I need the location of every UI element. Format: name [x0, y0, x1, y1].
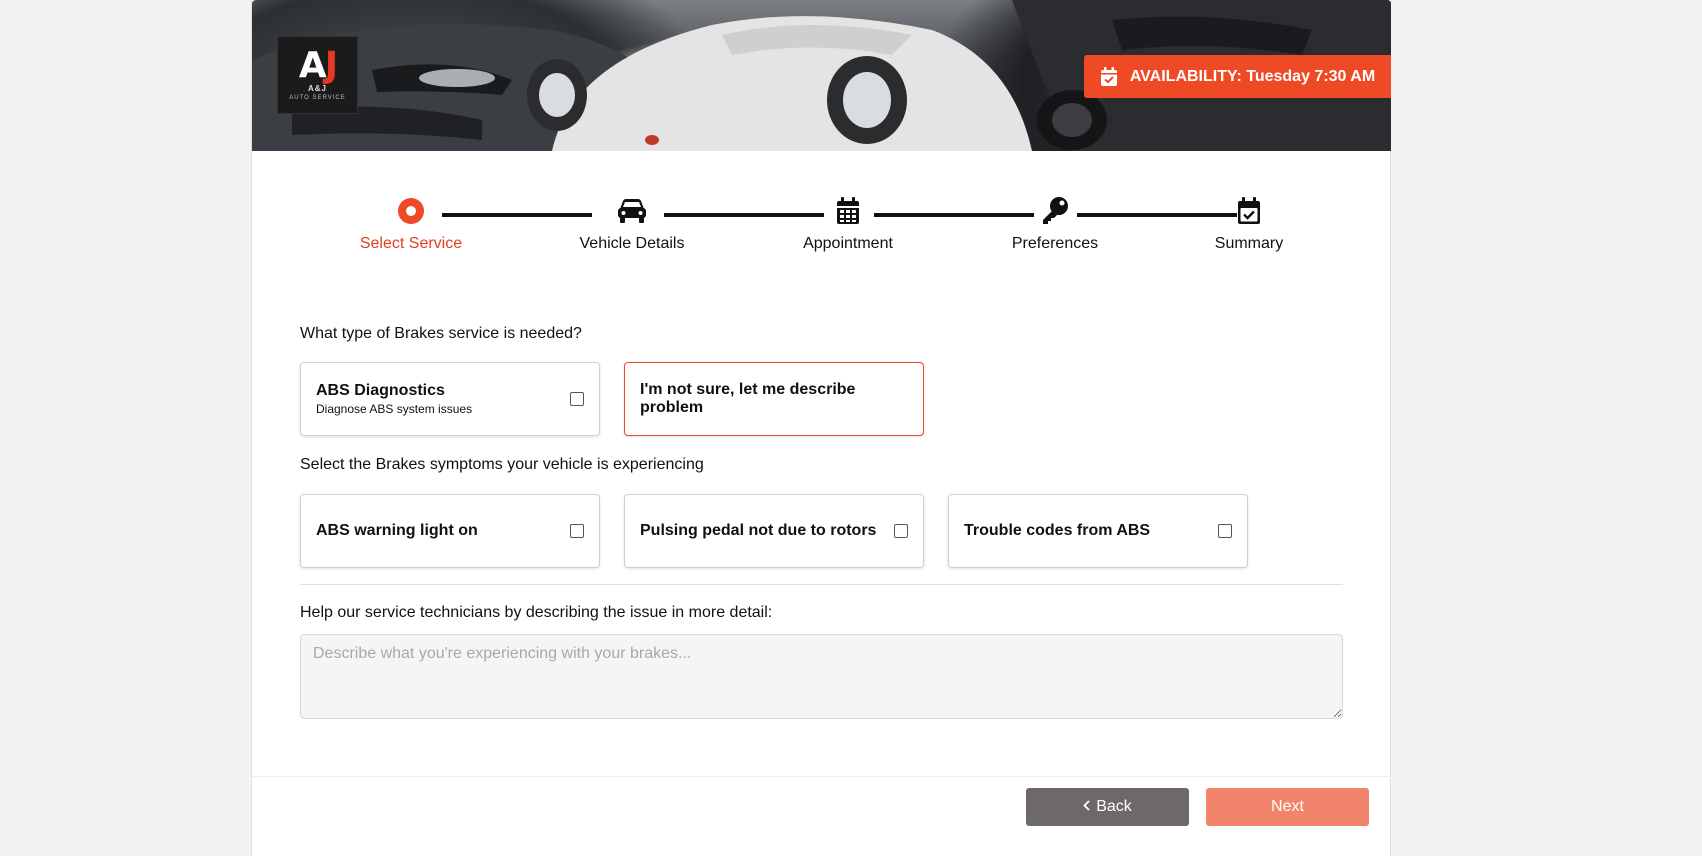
footer-divider: [252, 776, 1391, 777]
step-label: Appointment: [803, 235, 893, 252]
logo-name: A&J: [307, 84, 327, 93]
step-label: Select Service: [359, 235, 463, 252]
step-label: Summary: [1214, 235, 1284, 252]
details-label: Help our service technicians by describi…: [300, 604, 773, 621]
car-icon: [617, 198, 647, 229]
step-appointment[interactable]: Appointment: [768, 196, 928, 253]
progress-stepper: Select Service Vehicle Details Appointme…: [252, 196, 1391, 266]
step-summary[interactable]: Summary: [1169, 196, 1329, 253]
section-divider: [300, 584, 1343, 585]
option-title: Pulsing pedal not due to rotors: [640, 522, 877, 539]
next-button[interactable]: Next: [1206, 788, 1369, 826]
symptom-abs-warning-light[interactable]: ABS warning light on: [300, 494, 600, 568]
step-vehicle-details[interactable]: Vehicle Details: [552, 196, 712, 253]
checkbox[interactable]: [894, 524, 908, 538]
key-icon: [1041, 196, 1069, 230]
calendar-icon: [836, 196, 860, 230]
symptom-trouble-codes[interactable]: Trouble codes from ABS: [948, 494, 1248, 568]
back-label: Back: [1096, 798, 1132, 815]
next-label: Next: [1271, 798, 1304, 815]
availability-text: AVAILABILITY: Tuesday 7:30 AM: [1129, 67, 1376, 85]
logo-mark: AJ: [298, 45, 338, 86]
availability-badge: AVAILABILITY: Tuesday 7:30 AM: [1084, 55, 1391, 98]
issue-description-textarea[interactable]: [300, 634, 1343, 719]
checkbox[interactable]: [570, 392, 584, 406]
calendar-check-icon: [1100, 66, 1118, 87]
service-question: What type of Brakes service is needed?: [300, 325, 582, 342]
step-preferences[interactable]: Preferences: [975, 196, 1135, 253]
logo-letter-a: A: [298, 45, 327, 86]
calendar-check-icon: [1237, 196, 1261, 230]
radio-dot-icon: [398, 197, 424, 229]
checkbox[interactable]: [1218, 524, 1232, 538]
symptoms-question: Select the Brakes symptoms your vehicle …: [300, 456, 704, 473]
option-abs-diagnostics[interactable]: ABS Diagnostics Diagnose ABS system issu…: [300, 362, 600, 436]
option-title: I'm not sure, let me describe problem: [640, 381, 856, 416]
logo-letter-j: J: [324, 45, 338, 86]
checkbox[interactable]: [570, 524, 584, 538]
brand-logo[interactable]: AJ A&J AUTO SERVICE: [277, 36, 358, 114]
symptom-pulsing-pedal[interactable]: Pulsing pedal not due to rotors: [624, 494, 924, 568]
option-subtitle: Diagnose ABS system issues: [316, 402, 473, 416]
booking-card: AJ A&J AUTO SERVICE AVAILABILITY: Tuesda…: [251, 0, 1391, 856]
step-select-service[interactable]: Select Service: [331, 196, 491, 253]
chevron-left-icon: [1083, 798, 1090, 816]
hero-banner: AJ A&J AUTO SERVICE AVAILABILITY: Tuesda…: [252, 0, 1391, 151]
option-not-sure-describe[interactable]: I'm not sure, let me describe problem: [624, 362, 924, 436]
back-button[interactable]: Back: [1026, 788, 1189, 826]
step-label: Preferences: [1011, 235, 1099, 252]
option-title: Trouble codes from ABS: [964, 522, 1151, 539]
logo-tagline: AUTO SERVICE: [289, 95, 346, 101]
option-title: ABS warning light on: [316, 522, 478, 539]
option-title: ABS Diagnostics: [316, 382, 445, 399]
step-label: Vehicle Details: [579, 235, 685, 252]
